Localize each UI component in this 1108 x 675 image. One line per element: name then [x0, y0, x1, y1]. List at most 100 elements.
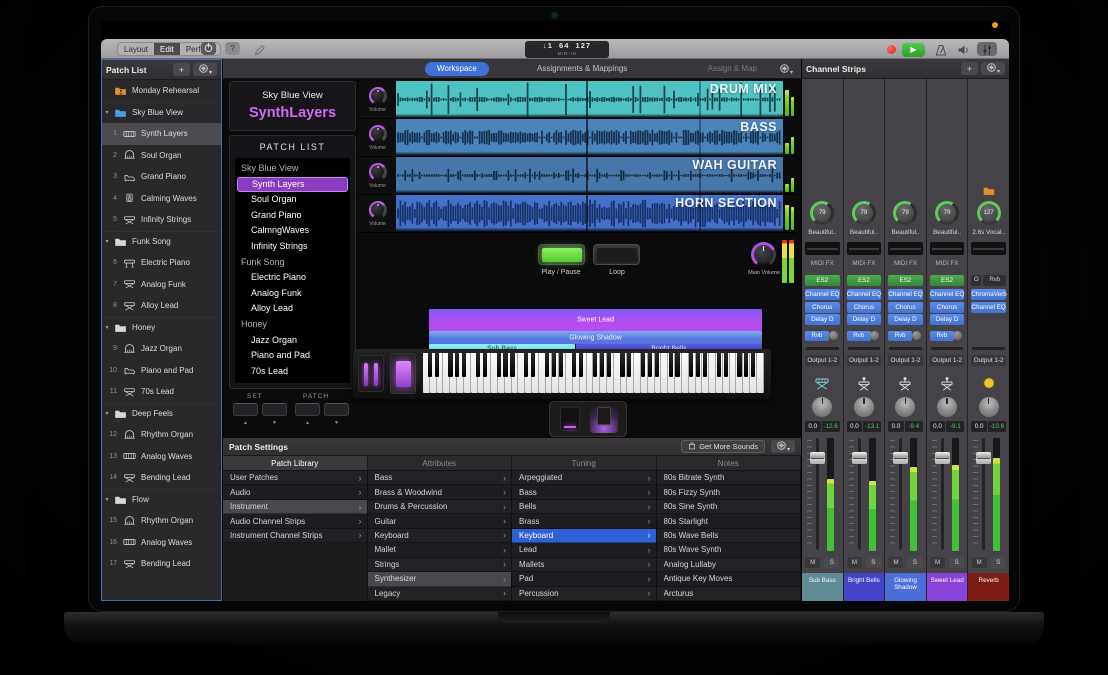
black-key[interactable]: [593, 353, 597, 377]
black-key[interactable]: [428, 353, 432, 377]
patch-list-item[interactable]: 3Grand Piano: [102, 166, 221, 188]
black-key[interactable]: [503, 353, 507, 377]
mute-button[interactable]: M: [847, 557, 862, 568]
black-key[interactable]: [655, 353, 659, 377]
mute-button[interactable]: M: [972, 557, 987, 568]
instrument-slot[interactable]: ES2: [805, 275, 840, 286]
expression-pedal[interactable]: [560, 407, 580, 431]
channel-strips-action-menu[interactable]: ▾: [981, 62, 1005, 75]
black-key[interactable]: [476, 353, 480, 377]
disclosure-icon[interactable]: ▾: [102, 496, 112, 503]
pan-knob[interactable]: [895, 397, 915, 417]
output-button[interactable]: Output 1-2: [847, 355, 882, 366]
disclosure-icon[interactable]: ▾: [102, 324, 112, 331]
browser-row[interactable]: Keyboard›: [512, 529, 656, 543]
workspace-action-menu[interactable]: ▾: [779, 63, 793, 76]
onscreen-patch-item[interactable]: CalmngWaves: [235, 223, 350, 239]
output-button[interactable]: Output 1-2: [930, 355, 965, 366]
strip-level-knob[interactable]: 79: [893, 201, 917, 225]
edit-pencil-icon[interactable]: [254, 43, 268, 55]
black-key[interactable]: [717, 353, 721, 377]
disclosure-icon[interactable]: ▾: [102, 238, 112, 245]
plugin-slot[interactable]: Channel EQ: [971, 302, 1006, 313]
browser-row[interactable]: Pad›: [512, 572, 656, 586]
browser-row[interactable]: 80s Fizzy Synth: [657, 485, 801, 499]
settings-tab-patch-library[interactable]: Patch Library: [223, 456, 368, 470]
solo-button[interactable]: S: [907, 557, 922, 568]
black-key[interactable]: [531, 353, 535, 377]
black-key[interactable]: [552, 353, 556, 377]
patch-up-button[interactable]: [295, 403, 320, 416]
browser-row[interactable]: Brass & Woodwind›: [368, 485, 512, 499]
browser-row[interactable]: Arpeggiated›: [512, 471, 656, 485]
strip-level-knob[interactable]: 79: [852, 201, 876, 225]
mixer-panel-button[interactable]: [977, 42, 997, 56]
send-slot[interactable]: Rvb: [847, 331, 871, 341]
solo-button[interactable]: S: [949, 557, 964, 568]
track-volume-knob[interactable]: [369, 201, 387, 219]
browser-row[interactable]: 80s Wave Bells: [657, 529, 801, 543]
black-key[interactable]: [641, 353, 645, 377]
black-key[interactable]: [600, 353, 604, 377]
send-slot[interactable]: Rvb: [805, 331, 829, 341]
white-key[interactable]: [682, 353, 689, 393]
browser-row[interactable]: Percussion›: [512, 587, 656, 601]
black-key[interactable]: [462, 353, 466, 377]
plugin-slot[interactable]: Delay D: [847, 314, 882, 325]
solo-button[interactable]: S: [991, 557, 1006, 568]
patch-list-item[interactable]: 17Bending Lead: [102, 553, 221, 575]
browser-row[interactable]: Brass›: [512, 514, 656, 528]
tab-assignments-mappings[interactable]: Assignments & Mappings: [525, 62, 639, 76]
send-slot[interactable]: Rvb: [888, 331, 912, 341]
browser-row[interactable]: 80s Sine Synth: [657, 500, 801, 514]
strip-name-footer[interactable]: Glowing Shadow: [885, 573, 926, 601]
pan-knob[interactable]: [979, 397, 999, 417]
add-channel-strip-button[interactable]: +: [961, 62, 978, 75]
settings-tab-attributes[interactable]: Attributes: [368, 456, 513, 470]
instrument-slot[interactable]: ES2: [847, 275, 882, 286]
mini-button-rvb[interactable]: Rvb: [983, 275, 1006, 286]
disclosure-icon[interactable]: ▾: [102, 410, 112, 417]
black-key[interactable]: [455, 353, 459, 377]
browser-row[interactable]: Analog Lullaby: [657, 558, 801, 572]
black-key[interactable]: [524, 353, 528, 377]
layer-glowing-shadow[interactable]: Glowing Shadow: [429, 331, 762, 344]
patch-settings-action-menu[interactable]: ▾: [771, 440, 795, 453]
browser-row[interactable]: 80s Bitrate Synth: [657, 471, 801, 485]
browser-row[interactable]: Instrument Channel Strips›: [223, 529, 367, 543]
onscreen-patch-item[interactable]: Sky Blue View: [235, 161, 350, 177]
patch-list-item[interactable]: 6Electric Piano: [102, 252, 221, 274]
settings-tab-tuning[interactable]: Tuning: [512, 456, 657, 470]
black-key[interactable]: [572, 353, 576, 377]
plugin-slot[interactable]: Channel EQ: [805, 289, 840, 300]
black-key[interactable]: [744, 353, 748, 377]
browser-row[interactable]: Lead›: [512, 543, 656, 557]
browser-row[interactable]: User Patches›: [223, 471, 367, 485]
browser-row[interactable]: Antique Key Moves: [657, 572, 801, 586]
black-key[interactable]: [559, 353, 563, 377]
instrument-slot[interactable]: ES2: [888, 275, 923, 286]
onscreen-patch-item[interactable]: Synth Layers: [237, 177, 348, 193]
black-key[interactable]: [696, 353, 700, 377]
patch-list-item[interactable]: 9Jazz Organ: [102, 338, 221, 360]
output-button[interactable]: Output 1-2: [805, 355, 840, 366]
onscreen-patch-item[interactable]: Grand Piano: [235, 208, 350, 224]
black-key[interactable]: [483, 353, 487, 377]
patch-list-item[interactable]: 1Synth Layers: [102, 123, 221, 145]
browser-row[interactable]: Keyboard›: [368, 529, 512, 543]
strip-name-footer[interactable]: Sweet Lead: [927, 573, 968, 601]
black-key[interactable]: [620, 353, 624, 377]
disclosure-icon[interactable]: ▾: [102, 109, 112, 116]
strip-level-knob[interactable]: 79: [935, 201, 959, 225]
patch-list-item[interactable]: 14Bending Lead: [102, 467, 221, 489]
mode-edit[interactable]: Edit: [154, 43, 180, 55]
plugin-slot[interactable]: Delay D: [805, 314, 840, 325]
onscreen-patch-item[interactable]: Piano and Pad: [235, 348, 350, 364]
black-key[interactable]: [607, 353, 611, 377]
plugin-slot[interactable]: Delay D: [888, 314, 923, 325]
layer-sweet-lead[interactable]: Sweet Lead: [429, 309, 762, 331]
main-volume-knob[interactable]: [751, 242, 776, 267]
fader-cap[interactable]: [810, 452, 825, 464]
pan-knob[interactable]: [812, 397, 832, 417]
assign-map-button[interactable]: Assign & Map: [708, 59, 757, 79]
